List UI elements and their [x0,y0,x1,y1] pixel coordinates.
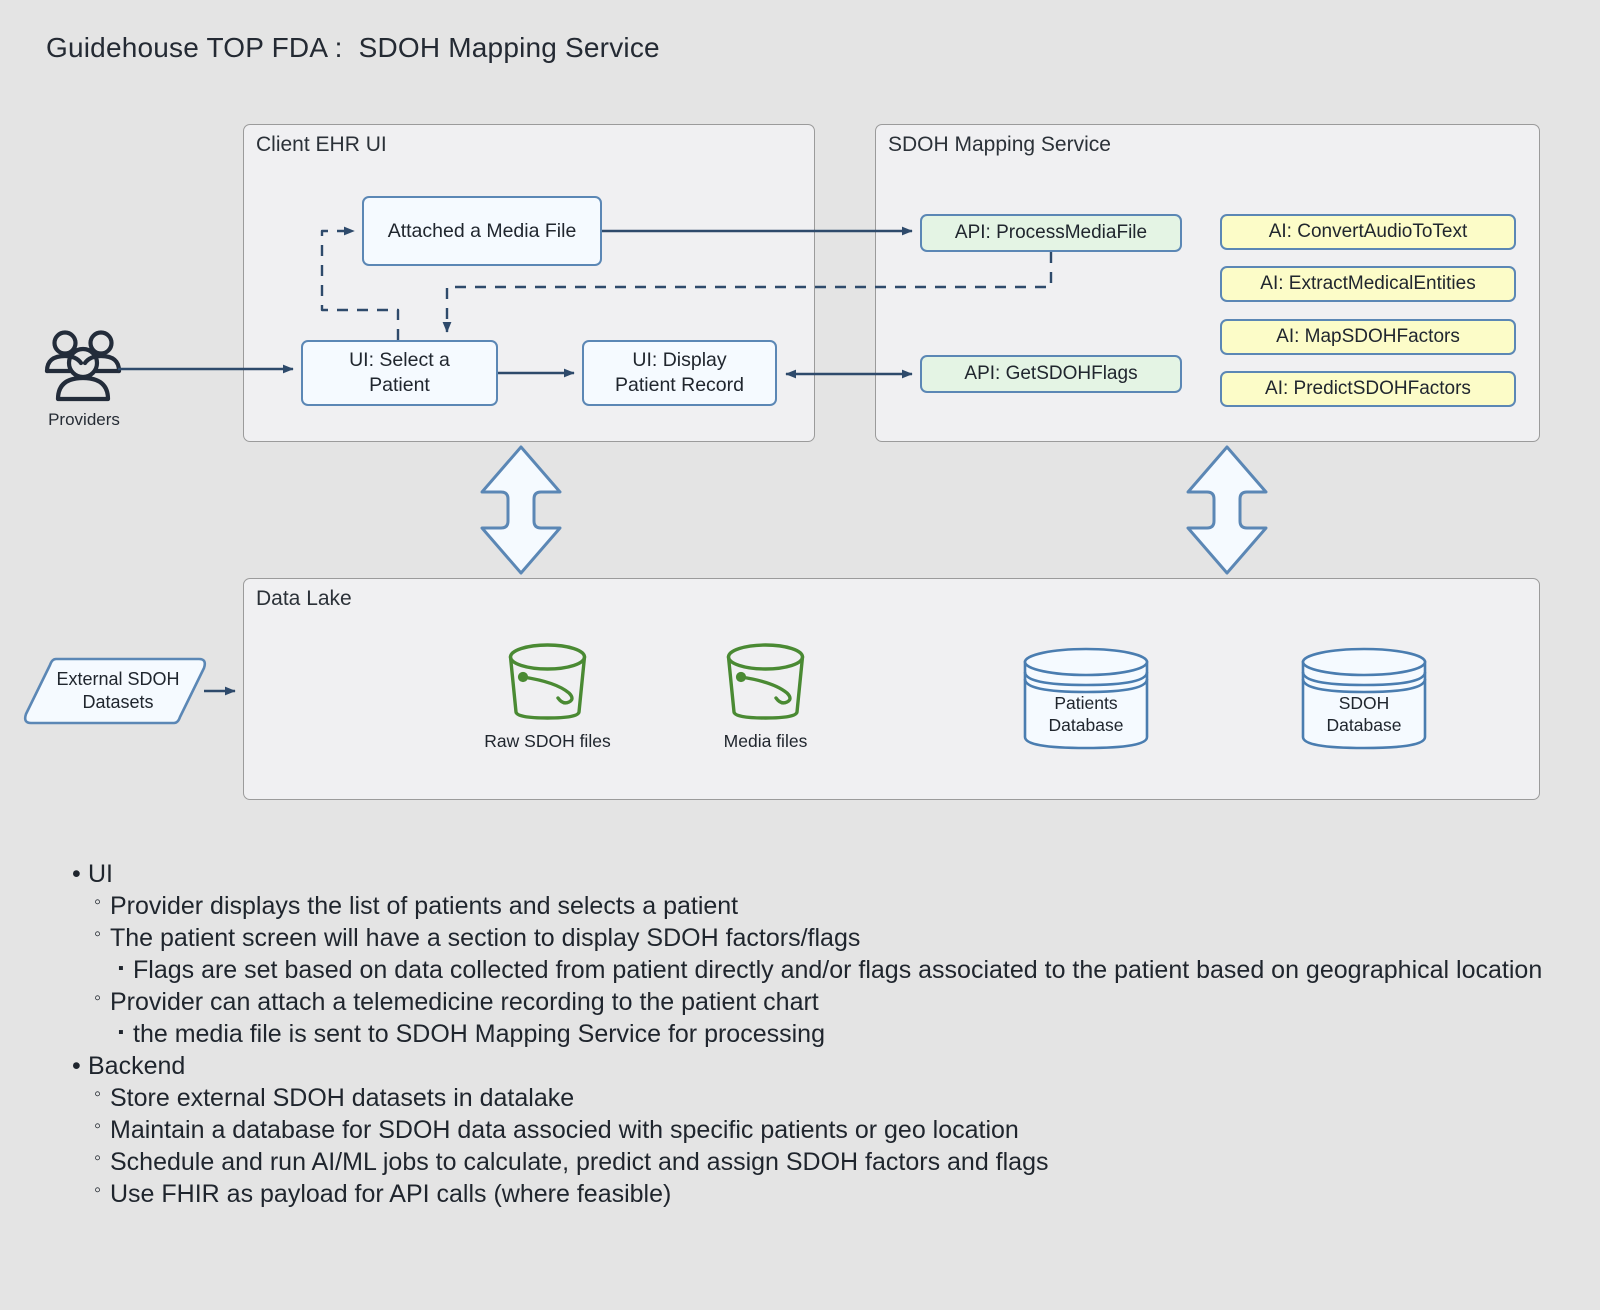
notes-list: • UI ◦ Provider displays the list of patien… [72,858,1572,1210]
note-text: Flags are set based on data collected fr… [133,956,1543,984]
note-bullet-icon: ▪ [118,1024,124,1041]
note-text: Provider can attach a telemedicine recor… [110,988,819,1016]
note-text: The patient screen will have a section t… [110,924,861,952]
node-ai-map-sdoh-factors[interactable]: AI: MapSDOHFactors [1220,319,1516,355]
note-text: Use FHIR as payload for API calls (where… [110,1180,672,1208]
node-attached-media-file[interactable]: Attached a Media File [362,196,602,266]
note-item: • Backend [72,1050,1572,1082]
node-api-get-sdoh-flags-label: API: GetSDOHFlags [964,362,1138,384]
bucket-icon [726,643,805,720]
artifact-media-files-label: Media files [723,731,808,751]
node-attached-media-file-label: Attached a Media File [387,219,577,242]
artifact-sdoh-database[interactable]: SDOH Database [1299,645,1429,752]
note-item: ▪ the media file is sent to SDOH Mapping … [118,1018,1572,1050]
note-item: ▪ Flags are set based on data collected f… [118,954,1572,986]
artifact-raw-sdoh-files[interactable]: Raw SDOH files [470,638,625,753]
note-text: Backend [88,1052,186,1080]
note-text: the media file is sent to SDOH Mapping S… [133,1020,825,1048]
note-text: Schedule and run AI/ML jobs to calculate… [110,1148,1049,1176]
note-text: Provider displays the list of patients a… [110,892,739,920]
database-cylinder-icon [1023,647,1149,750]
note-item: ◦ Maintain a database for SDOH data assoc… [94,1114,1572,1146]
node-ui-display-patient-record[interactable]: UI: Display Patient Record [582,340,777,406]
node-api-get-sdoh-flags[interactable]: API: GetSDOHFlags [920,355,1182,393]
artifact-raw-sdoh-files-label: Raw SDOH files [484,731,611,751]
node-api-process-media-file-label: API: ProcessMediaFile [954,221,1148,243]
node-ai-convert-audio-to-text[interactable]: AI: ConvertAudioToText [1220,214,1516,250]
note-bullet-icon: ◦ [94,1115,102,1137]
note-bullet-icon: ◦ [94,1147,102,1169]
note-text: Maintain a database for SDOH data associ… [110,1116,1019,1144]
note-item: ◦ Schedule and run AI/ML jobs to calculat… [94,1146,1572,1178]
note-item: ◦ Use FHIR as payload for API calls (wher… [94,1178,1572,1210]
node-ui-select-patient-label: UI: Select a Patient [349,349,450,396]
node-ai-extract-medical-entities[interactable]: AI: ExtractMedicalEntities [1220,266,1516,302]
note-text: UI [88,860,113,888]
node-ui-display-patient-record-label: UI: Display Patient Record [615,349,744,396]
people-group-icon [44,330,122,402]
note-bullet-icon: ◦ [94,1083,102,1105]
bucket-icon [508,643,587,720]
node-ai-predict-sdoh-factors[interactable]: AI: PredictSDOHFactors [1220,371,1516,407]
architecture-diagram: Client EHR UI Attached a Media File UI: … [0,0,1600,840]
external-sdoh-datasets[interactable]: External SDOH Datasets [22,656,208,726]
artifact-media-files[interactable]: Media files [688,638,843,753]
note-item: ◦ Store external SDOH datasets in datalak… [94,1082,1572,1114]
note-item: ◦ The patient screen will have a section … [94,922,1572,954]
actor-providers-label: Providers [48,410,120,429]
node-ui-select-patient[interactable]: UI: Select a Patient [301,340,498,406]
node-ai-predict-sdoh-factors-label: AI: PredictSDOHFactors [1265,377,1471,399]
note-bullet-icon: ◦ [94,987,102,1009]
external-sdoh-datasets-label: External SDOH Datasets [56,668,180,712]
note-item: ◦ Provider displays the list of patients … [94,890,1572,922]
note-bullet-icon: ◦ [94,891,102,913]
container-sdoh-mapping-service-title: SDOH Mapping Service [888,133,1111,156]
note-text: Store external SDOH datasets in datalake [110,1084,575,1112]
artifact-patients-database[interactable]: Patients Database [1021,645,1151,752]
container-client-ehr-ui-title: Client EHR UI [256,133,387,156]
node-ai-extract-medical-entities-label: AI: ExtractMedicalEntities [1260,272,1476,294]
note-item: ◦ Provider can attach a telemedicine reco… [94,986,1572,1018]
note-bullet-icon: ▪ [118,960,124,977]
container-data-lake-title: Data Lake [256,587,352,610]
note-bullet-icon: • [72,860,81,888]
database-cylinder-icon [1301,647,1427,750]
node-ai-map-sdoh-factors-label: AI: MapSDOHFactors [1276,325,1460,347]
note-bullet-icon: • [72,1052,81,1080]
node-ai-convert-audio-to-text-label: AI: ConvertAudioToText [1268,220,1468,242]
note-bullet-icon: ◦ [94,1179,102,1201]
note-item: • UI [72,858,1572,890]
actor-providers[interactable]: Providers [34,327,134,430]
node-api-process-media-file[interactable]: API: ProcessMediaFile [920,214,1182,252]
block-arrow-client-ehr-ui-to-data-lake [480,445,562,575]
block-arrow-sdoh-service-to-data-lake [1186,445,1268,575]
note-bullet-icon: ◦ [94,923,102,945]
